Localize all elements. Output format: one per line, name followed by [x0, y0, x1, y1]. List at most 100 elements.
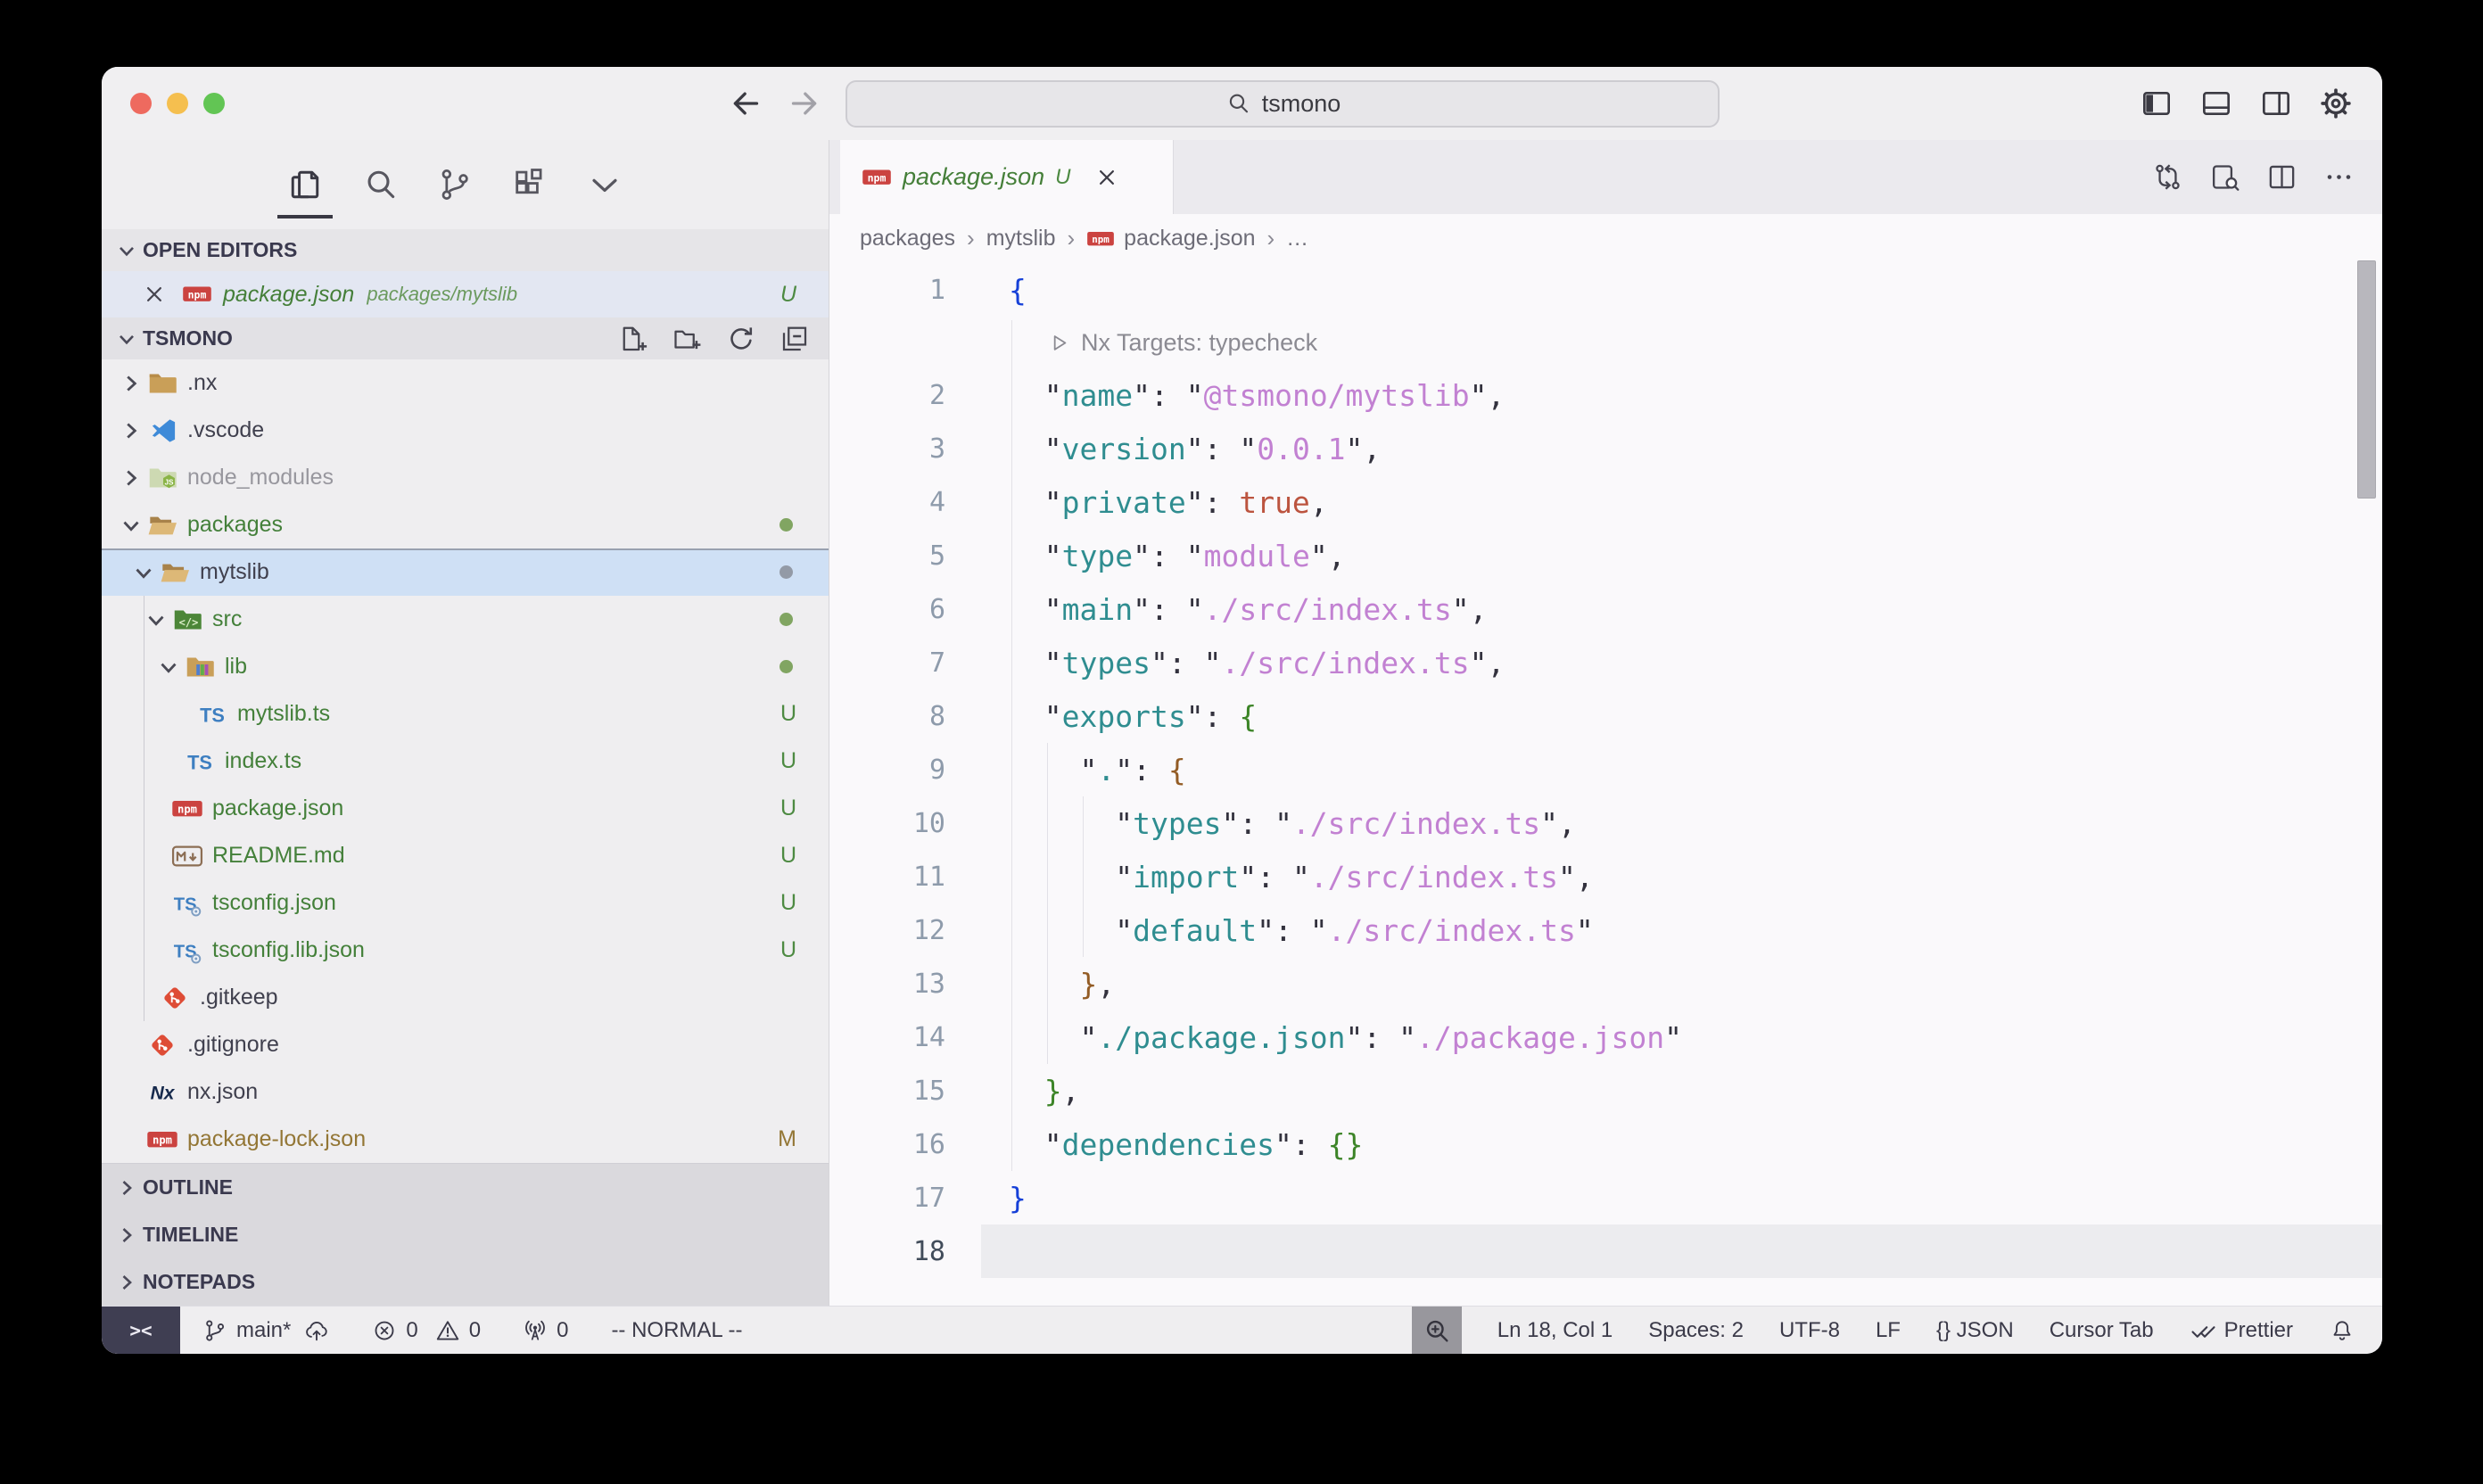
errors-count[interactable]: 0	[371, 1317, 417, 1344]
tree-item-package-lock-json[interactable]: npmpackage-lock.jsonM	[102, 1116, 829, 1163]
split-editor-button[interactable]	[2265, 161, 2298, 194]
cursor-position[interactable]: Ln 18, Col 1	[1497, 1318, 1613, 1343]
notifications[interactable]	[2329, 1317, 2355, 1344]
code-line-15[interactable]: 15 },	[829, 1064, 2382, 1117]
code-editor[interactable]: 1{Nx Targets: typecheck2 "name": "@tsmon…	[829, 263, 2382, 1306]
language-mode[interactable]: {} JSON	[1936, 1318, 2014, 1343]
section-outline[interactable]: OUTLINE	[102, 1164, 829, 1211]
settings-button[interactable]	[2318, 86, 2354, 121]
activity-item-explorer[interactable]	[285, 158, 326, 211]
breadcrumb-item-mytslib[interactable]: mytslib	[986, 226, 1056, 251]
indentation[interactable]: Spaces: 2	[1648, 1318, 1744, 1343]
open-editors-header[interactable]: OPEN EDITORS	[102, 229, 829, 271]
file-tree: .nx.vscodeJSnode_modulespackagesmytslib<…	[102, 359, 829, 1163]
tree-item-packages[interactable]: packages	[102, 501, 829, 548]
tree-item-readme-md[interactable]: README.mdU	[102, 832, 829, 879]
run-target-icon[interactable]	[1046, 331, 1070, 355]
encoding[interactable]: UTF-8	[1779, 1318, 1840, 1343]
collapse-folders-button[interactable]	[779, 323, 811, 355]
remote-indicator[interactable]: ><	[102, 1307, 180, 1354]
new-file-button[interactable]	[618, 323, 650, 355]
warnings-count[interactable]: 0	[434, 1317, 481, 1344]
more-actions-button[interactable]	[2322, 161, 2355, 194]
code-line-10[interactable]: 10 "types": "./src/index.ts",	[829, 796, 2382, 850]
npm-icon: npm	[171, 793, 203, 825]
close-tab-icon[interactable]	[1093, 164, 1120, 191]
vim-mode[interactable]: -- NORMAL --	[611, 1318, 742, 1343]
tree-item-mytslib-ts[interactable]: TSmytslib.tsU	[102, 690, 829, 738]
code-line-8[interactable]: 8 "exports": {	[829, 689, 2382, 743]
tree-item-nx[interactable]: .nx	[102, 359, 829, 407]
svg-text:</>: </>	[179, 616, 199, 629]
cloud-upload-icon	[303, 1317, 330, 1344]
tab-package-json[interactable]: npm package.json U	[840, 140, 1174, 214]
search-icon	[1225, 90, 1251, 117]
line-number: 16	[829, 1129, 981, 1160]
command-center-search[interactable]: tsmono	[846, 80, 1720, 128]
formatter[interactable]: Prettier	[2190, 1317, 2293, 1344]
tree-item-package-json[interactable]: npmpackage.jsonU	[102, 785, 829, 832]
cursor-tab[interactable]: Cursor Tab	[2050, 1318, 2154, 1343]
toggle-panel-button[interactable]	[2198, 86, 2234, 121]
eol[interactable]: LF	[1876, 1318, 1901, 1343]
section-notepads[interactable]: NOTEPADS	[102, 1258, 829, 1306]
code-line-4[interactable]: 4 "private": true,	[829, 475, 2382, 529]
eol-label: LF	[1876, 1318, 1901, 1343]
refresh-explorer-button[interactable]	[725, 323, 757, 355]
ports-status[interactable]: 0	[522, 1317, 568, 1344]
tree-item-lib[interactable]: lib	[102, 643, 829, 690]
back-button[interactable]	[728, 86, 763, 121]
editor-scrollbar[interactable]	[2357, 260, 2376, 499]
project-header[interactable]: TSMONO	[102, 317, 829, 359]
breadcrumb-item-[interactable]: …	[1286, 226, 1308, 251]
code-line-11[interactable]: 11 "import": "./src/index.ts",	[829, 850, 2382, 903]
code-line-18[interactable]: 18	[829, 1224, 2382, 1278]
new-folder-button[interactable]	[672, 323, 704, 355]
tree-item-index-ts[interactable]: TSindex.tsU	[102, 738, 829, 785]
code-line-14[interactable]: 14 "./package.json": "./package.json"	[829, 1010, 2382, 1064]
breadcrumb-item-package-json[interactable]: npmpackage.json	[1086, 226, 1255, 251]
close-editor-icon[interactable]	[141, 281, 168, 308]
code-line-13[interactable]: 13 },	[829, 957, 2382, 1010]
code-line-17[interactable]: 17}	[829, 1171, 2382, 1224]
code-line-7[interactable]: 7 "types": "./src/index.ts",	[829, 636, 2382, 689]
zoom-window-button[interactable]	[203, 93, 225, 114]
git-status-badge: U	[780, 843, 796, 869]
code-line-12[interactable]: 12 "default": "./src/index.ts"	[829, 903, 2382, 957]
toggle-primary-sidebar-button[interactable]	[2139, 86, 2174, 121]
tree-item-mytslib[interactable]: mytslib	[102, 548, 829, 596]
activity-item-source-control[interactable]	[434, 158, 475, 211]
activity-item-search[interactable]	[359, 158, 400, 211]
activity-item-more-views[interactable]	[584, 158, 625, 211]
tree-item-gitkeep[interactable]: .gitkeep	[102, 974, 829, 1021]
codelens-nx-targets[interactable]: Nx Targets: typecheck	[829, 317, 2382, 368]
tree-item-tsconfig-lib-json[interactable]: TStsconfig.lib.jsonU	[102, 927, 829, 974]
forward-button[interactable]	[787, 86, 822, 121]
breadcrumb-item-packages[interactable]: packages	[860, 226, 955, 251]
section-timeline[interactable]: TIMELINE	[102, 1211, 829, 1258]
code-line-3[interactable]: 3 "version": "0.0.1",	[829, 422, 2382, 475]
git-branch[interactable]: main*	[202, 1317, 291, 1344]
minimize-window-button[interactable]	[167, 93, 188, 114]
publish-changes[interactable]	[303, 1317, 330, 1344]
tree-item-nx-json[interactable]: Nxnx.json	[102, 1068, 829, 1116]
code-line-6[interactable]: 6 "main": "./src/index.ts",	[829, 582, 2382, 636]
close-window-button[interactable]	[130, 93, 152, 114]
open-preview-button[interactable]	[2208, 161, 2241, 194]
zoom-indicator[interactable]	[1412, 1307, 1462, 1354]
code-line-5[interactable]: 5 "type": "module",	[829, 529, 2382, 582]
code-line-16[interactable]: 16 "dependencies": {}	[829, 1117, 2382, 1171]
activity-item-extensions[interactable]	[509, 158, 550, 211]
code-line-9[interactable]: 9 ".": {	[829, 743, 2382, 796]
code-line-text: },	[981, 967, 1115, 1002]
code-line-1[interactable]: 1{	[829, 263, 2382, 317]
tree-item-gitignore[interactable]: .gitignore	[102, 1021, 829, 1068]
tree-item-tsconfig-json[interactable]: TStsconfig.jsonU	[102, 879, 829, 927]
open-editor-package-json[interactable]: npmpackage.jsonpackages/mytslibU	[102, 271, 829, 317]
toggle-secondary-sidebar-button[interactable]	[2258, 86, 2294, 121]
code-line-2[interactable]: 2 "name": "@tsmono/mytslib",	[829, 368, 2382, 422]
compare-changes-button[interactable]	[2151, 161, 2184, 194]
tree-item-src[interactable]: </>src	[102, 596, 829, 643]
tree-item-node-modules[interactable]: JSnode_modules	[102, 454, 829, 501]
tree-item-vscode[interactable]: .vscode	[102, 407, 829, 454]
